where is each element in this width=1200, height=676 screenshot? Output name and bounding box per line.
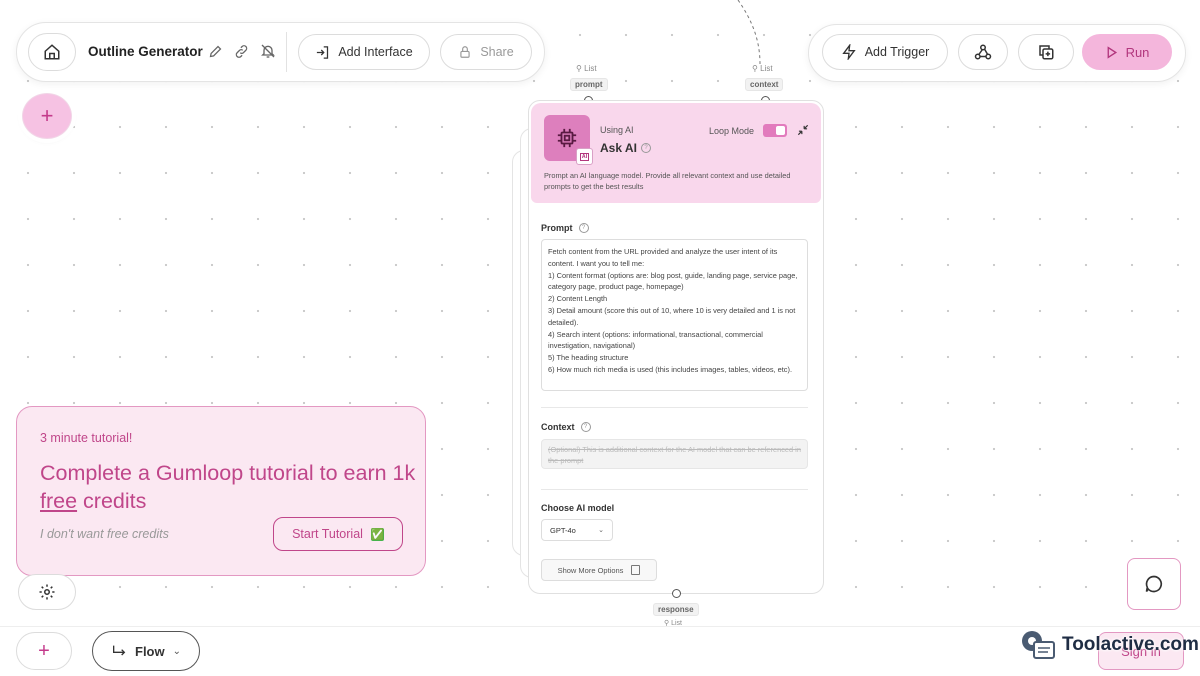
chat-button[interactable] bbox=[1127, 558, 1181, 610]
context-section-label: Context ? bbox=[541, 422, 591, 432]
home-icon bbox=[44, 44, 60, 60]
start-tutorial-label: Start Tutorial bbox=[292, 527, 363, 541]
copy-plus-icon bbox=[1039, 45, 1054, 60]
prompt-textarea[interactable]: Fetch content from the URL provided and … bbox=[541, 239, 808, 391]
model-select[interactable]: GPT-4o ⌄ bbox=[541, 519, 613, 541]
prompt-section-label: Prompt ? bbox=[541, 223, 589, 233]
divider bbox=[541, 489, 808, 490]
response-port[interactable] bbox=[672, 589, 681, 598]
panel-icon bbox=[631, 565, 641, 575]
context-port-type: ⚲ List bbox=[752, 64, 773, 73]
corner-down-right-icon bbox=[113, 645, 126, 656]
chat-bubble-icon bbox=[1145, 575, 1163, 593]
show-more-options-label: Show More Options bbox=[557, 565, 624, 575]
plus-icon: + bbox=[40, 103, 54, 128]
add-interface-button[interactable]: Add Interface bbox=[298, 34, 430, 70]
dismiss-tutorial-link[interactable]: I don't want free credits bbox=[40, 527, 169, 541]
response-port-label: response bbox=[653, 603, 699, 616]
webhook-icon bbox=[974, 44, 992, 60]
ai-badge: AI bbox=[576, 148, 593, 165]
divider bbox=[541, 407, 808, 408]
bottom-add-button[interactable]: + bbox=[16, 632, 72, 670]
collapse-icon[interactable] bbox=[796, 123, 810, 142]
connection-edge bbox=[737, 0, 761, 65]
page-title: Outline Generator bbox=[88, 44, 203, 59]
model-value: GPT-4o bbox=[550, 525, 576, 535]
prompt-port-type: ⚲ List bbox=[576, 64, 597, 73]
flow-dropdown[interactable]: Flow ⌄ bbox=[92, 631, 200, 671]
bell-off-icon[interactable] bbox=[260, 43, 276, 64]
ask-ai-node[interactable]: AI Using AI Ask AI ? Loop Mode Prompt an… bbox=[528, 100, 824, 594]
duplicate-button[interactable] bbox=[1018, 34, 1074, 70]
enter-icon bbox=[317, 45, 329, 59]
node-help-icon[interactable]: ? bbox=[641, 143, 651, 153]
share-button[interactable]: Share bbox=[440, 34, 532, 70]
share-label: Share bbox=[480, 45, 514, 59]
prompt-help-icon[interactable]: ? bbox=[578, 223, 589, 233]
start-tutorial-button[interactable]: Start Tutorial ✅ bbox=[273, 517, 403, 551]
context-placeholder: (Optional) This is additional context fo… bbox=[548, 445, 801, 465]
home-button[interactable] bbox=[28, 33, 76, 71]
node-subtitle: Using AI bbox=[600, 125, 634, 135]
tutorial-card: 3 minute tutorial! Complete a Gumloop tu… bbox=[16, 406, 426, 576]
check-icon: ✅ bbox=[370, 527, 385, 541]
context-input[interactable]: (Optional) This is additional context fo… bbox=[541, 439, 808, 469]
gear-icon bbox=[39, 584, 55, 600]
toggle-knob bbox=[776, 126, 785, 135]
context-port-label: context bbox=[745, 78, 784, 91]
play-icon bbox=[1107, 45, 1117, 59]
cpu-icon bbox=[557, 128, 577, 148]
watermark: Toolactive.com bbox=[1018, 628, 1199, 662]
watermark-text: Toolactive.com bbox=[1062, 634, 1199, 655]
loop-mode-toggle[interactable] bbox=[763, 124, 787, 137]
gear-monitor-logo-icon bbox=[1022, 631, 1055, 659]
flow-label: Flow bbox=[135, 643, 165, 659]
lightning-icon bbox=[842, 44, 856, 60]
prompt-port-label: prompt bbox=[570, 78, 608, 91]
chevron-down-icon: ⌄ bbox=[172, 645, 181, 657]
tutorial-kicker: 3 minute tutorial! bbox=[40, 431, 133, 445]
chevron-down-icon: ⌄ bbox=[598, 527, 604, 534]
lock-icon bbox=[460, 46, 470, 58]
add-node-button[interactable]: + bbox=[22, 93, 72, 139]
edit-icon[interactable] bbox=[208, 44, 223, 64]
link-icon[interactable] bbox=[234, 44, 249, 64]
add-trigger-label: Add Trigger bbox=[864, 45, 930, 59]
node-description: Prompt an AI language model. Provide all… bbox=[544, 171, 791, 191]
add-trigger-button[interactable]: Add Trigger bbox=[822, 34, 948, 70]
loop-mode-label: Loop Mode bbox=[709, 126, 755, 136]
node-title: Ask AI bbox=[600, 141, 637, 155]
tutorial-headline: Complete a Gumloop tutorial to earn 1k f… bbox=[40, 461, 416, 513]
settings-button[interactable] bbox=[18, 574, 76, 610]
show-more-options-button[interactable]: Show More Options bbox=[541, 559, 657, 581]
toolbar-divider bbox=[286, 32, 287, 72]
webhook-button[interactable] bbox=[958, 34, 1008, 70]
add-interface-label: Add Interface bbox=[338, 45, 413, 59]
context-help-icon[interactable]: ? bbox=[580, 422, 591, 432]
plus-icon: + bbox=[38, 640, 50, 662]
model-label: Choose AI model bbox=[541, 503, 615, 513]
node-header: AI Using AI Ask AI ? Loop Mode Prompt an… bbox=[531, 103, 821, 203]
free-credits-link[interactable]: free bbox=[40, 489, 77, 513]
run-button[interactable]: Run bbox=[1082, 34, 1172, 70]
run-label: Run bbox=[1125, 44, 1150, 60]
